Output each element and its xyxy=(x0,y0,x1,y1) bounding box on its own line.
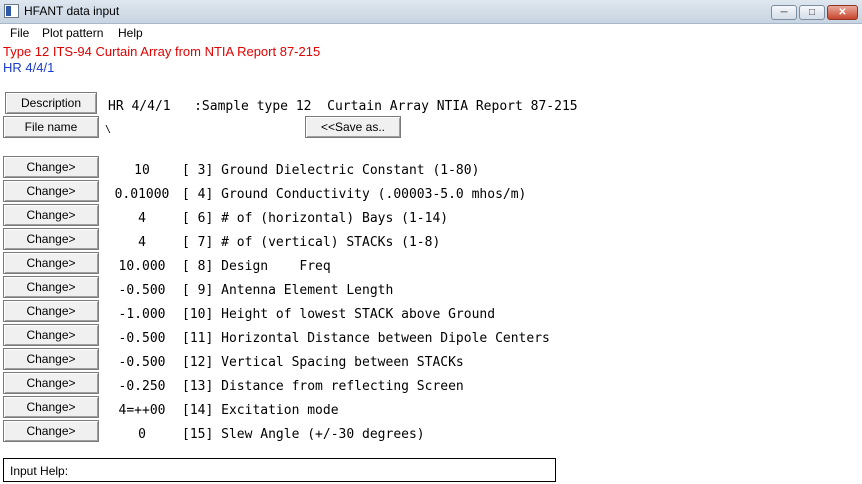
input-help-label: Input Help: xyxy=(10,464,69,478)
menu-plot-pattern[interactable]: Plot pattern xyxy=(42,26,103,40)
description-text: HR 4/4/1 :Sample type 12 Curtain Array N… xyxy=(108,99,578,114)
param-value: -0.500 xyxy=(118,331,166,346)
param-description: [11] Horizontal Distance between Dipole … xyxy=(182,331,550,346)
save-as-button[interactable]: <<Save as.. xyxy=(305,116,401,138)
param-description: [ 3] Ground Dielectric Constant (1-80) xyxy=(182,163,480,178)
param-value: 4 xyxy=(138,211,146,226)
change-button[interactable]: Change> xyxy=(3,300,99,322)
param-description: [15] Slew Angle (+/-30 degrees) xyxy=(182,427,425,442)
param-description: [ 7] # of (vertical) STACKs (1-8) xyxy=(182,235,441,250)
change-button[interactable]: Change> xyxy=(3,276,99,298)
param-description: [13] Distance from reflecting Screen xyxy=(182,379,464,394)
menu-bar: File Plot pattern Help xyxy=(0,24,862,42)
param-description: [ 8] Design Freq xyxy=(182,259,331,274)
antenna-id-header: HR 4/4/1 xyxy=(3,60,55,75)
change-button[interactable]: Change> xyxy=(3,156,99,178)
input-help-box: Input Help: xyxy=(3,458,556,482)
param-value: 4=++00 xyxy=(118,403,166,418)
maximize-icon[interactable]: □ xyxy=(799,5,825,20)
change-button[interactable]: Change> xyxy=(3,372,99,394)
change-button[interactable]: Change> xyxy=(3,252,99,274)
change-button[interactable]: Change> xyxy=(3,228,99,250)
change-button[interactable]: Change> xyxy=(3,420,99,442)
param-description: [14] Excitation mode xyxy=(182,403,339,418)
param-description: [12] Vertical Spacing between STACKs xyxy=(182,355,464,370)
param-value: 0.01000 xyxy=(114,187,170,202)
param-value: -0.500 xyxy=(118,355,166,370)
file-name-value: \ xyxy=(105,124,112,135)
window-title: HFANT data input xyxy=(24,4,120,18)
param-description: [ 9] Antenna Element Length xyxy=(182,283,394,298)
change-button[interactable]: Change> xyxy=(3,324,99,346)
param-value: 10.000 xyxy=(118,259,166,274)
param-value: 0 xyxy=(138,427,146,442)
param-description: [10] Height of lowest STACK above Ground xyxy=(182,307,496,322)
param-description: [ 4] Ground Conductivity (.00003-5.0 mho… xyxy=(182,187,527,202)
change-button[interactable]: Change> xyxy=(3,180,99,202)
antenna-type-header: Type 12 ITS-94 Curtain Array from NTIA R… xyxy=(3,44,321,59)
minimize-icon[interactable]: ─ xyxy=(771,5,797,20)
param-value: 4 xyxy=(138,235,146,250)
title-bar[interactable]: HFANT data input ─ □ ✕ xyxy=(0,0,862,24)
menu-file[interactable]: File xyxy=(10,26,29,40)
param-value: 10 xyxy=(134,163,150,178)
param-value: -0.250 xyxy=(118,379,166,394)
change-button[interactable]: Change> xyxy=(3,348,99,370)
window-app-icon[interactable] xyxy=(4,4,19,18)
param-description: [ 6] # of (horizontal) Bays (1-14) xyxy=(182,211,449,226)
change-button[interactable]: Change> xyxy=(3,396,99,418)
close-icon[interactable]: ✕ xyxy=(827,5,858,20)
param-value: -0.500 xyxy=(118,283,166,298)
menu-help[interactable]: Help xyxy=(118,26,143,40)
file-name-button[interactable]: File name xyxy=(3,116,99,138)
description-button[interactable]: Description xyxy=(5,92,97,114)
param-value: -1.000 xyxy=(118,307,166,322)
change-button[interactable]: Change> xyxy=(3,204,99,226)
